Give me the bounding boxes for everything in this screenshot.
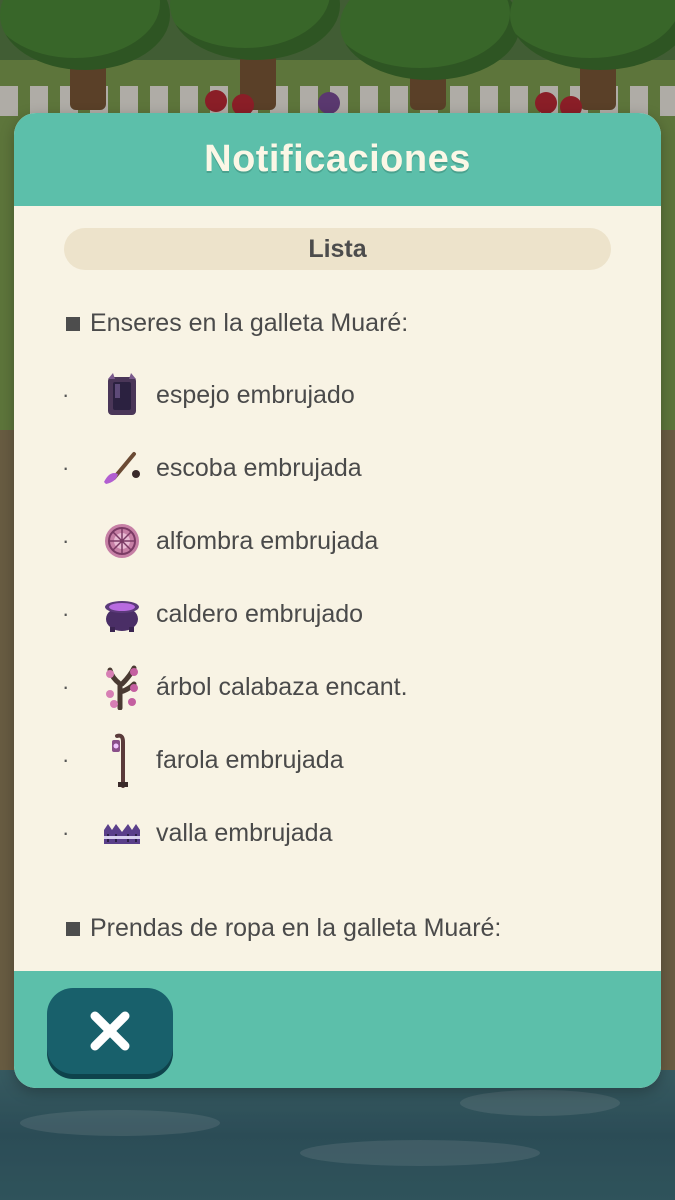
list-item: · valla embrujada xyxy=(62,808,622,858)
item-label: alfombra embrujada xyxy=(156,526,379,555)
pumpkin-tree-icon xyxy=(102,664,142,710)
item-bullet: · xyxy=(62,674,70,699)
square-bullet-icon xyxy=(66,921,80,936)
list-label: Lista xyxy=(308,234,367,263)
item-bullet: · xyxy=(62,382,70,407)
list-item: · alfombra embrujada xyxy=(62,516,622,566)
section-heading-text: Enseres en la galleta Muaré: xyxy=(90,309,409,337)
section-heading-text: Prendas de ropa en la galleta Muaré: xyxy=(90,914,502,942)
section-heading-furniture: Enseres en la galleta Muaré: xyxy=(66,309,408,338)
item-label: espejo embrujado xyxy=(156,380,355,409)
list-item: · caldero embrujado xyxy=(62,589,622,639)
section-heading-clothing: Prendas de ropa en la galleta Muaré: xyxy=(66,914,501,943)
item-bullet: · xyxy=(62,601,70,626)
item-bullet: · xyxy=(62,820,70,845)
item-label: caldero embrujado xyxy=(156,599,364,628)
item-label: farola embrujada xyxy=(156,745,344,774)
close-icon xyxy=(90,1011,130,1051)
item-label: escoba embrujada xyxy=(156,453,362,482)
list-item: · farola embrujada xyxy=(62,733,622,788)
dialog-header: Notificaciones xyxy=(14,113,661,206)
haunted-fence-icon xyxy=(102,810,142,856)
haunted-rug-icon xyxy=(102,518,142,564)
dialog-footer xyxy=(14,971,661,1088)
item-label: valla embrujada xyxy=(156,818,333,847)
item-bullet: · xyxy=(62,455,70,480)
list-label-pill: Lista xyxy=(64,228,611,270)
dialog-title: Notificaciones xyxy=(204,138,471,180)
haunted-mirror-icon xyxy=(102,372,142,418)
list-item: · escoba embrujada xyxy=(62,443,622,493)
list-item: · espejo embrujado xyxy=(62,370,622,420)
haunted-cauldron-icon xyxy=(102,591,142,637)
close-button[interactable] xyxy=(47,988,173,1074)
item-bullet: · xyxy=(62,528,70,553)
list-item: · árbol calabaza encant. xyxy=(62,662,622,712)
square-bullet-icon xyxy=(66,316,80,331)
dialog-body[interactable]: Lista Enseres en la galleta Muaré: · esp… xyxy=(14,206,661,971)
item-bullet: · xyxy=(62,747,70,772)
notification-dialog: Notificaciones Lista Enseres en la galle… xyxy=(14,113,661,1088)
item-label: árbol calabaza encant. xyxy=(156,672,408,701)
haunted-lamppost-icon xyxy=(102,733,142,788)
haunted-broom-icon xyxy=(102,445,142,491)
